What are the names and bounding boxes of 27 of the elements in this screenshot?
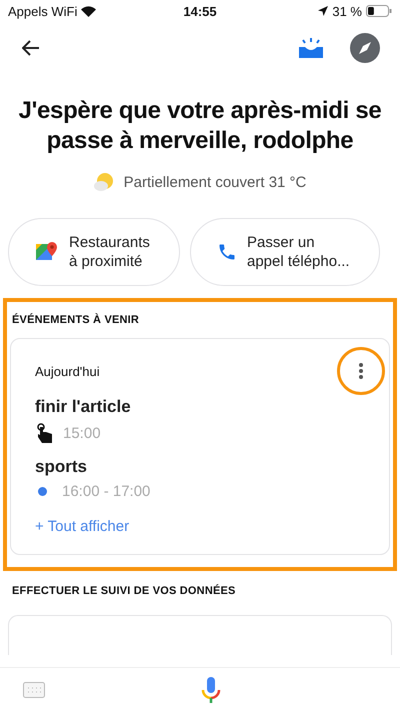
- day-label: Aujourd'hui: [35, 364, 100, 378]
- event-title: sports: [35, 457, 88, 477]
- back-arrow-icon[interactable]: [22, 40, 40, 56]
- pointing-hand-icon: [35, 423, 53, 443]
- location-arrow-icon: [318, 6, 328, 16]
- weather-text: Partiellement couvert 31 °C: [124, 174, 306, 190]
- battery-percentage: 31 %: [332, 4, 362, 18]
- section-title: ÉVÉNEMENTS À VENIR: [11, 314, 140, 326]
- suggestion-chip[interactable]: Restaurants à proximité: [8, 218, 180, 286]
- show-all-link[interactable]: + Tout afficher: [35, 518, 130, 535]
- event-title: finir l'article: [35, 397, 132, 417]
- partly-cloudy-icon: [94, 172, 114, 192]
- event-time: 15:00: [63, 424, 101, 442]
- suggestion-chip[interactable]: Passer un appel télépho...: [190, 218, 380, 286]
- compass-icon[interactable]: [350, 33, 380, 63]
- wifi-icon: [81, 6, 96, 16]
- carrier: Appels WiFi: [8, 4, 78, 18]
- more-menu-button[interactable]: [337, 347, 385, 395]
- inbox-icon[interactable]: [298, 37, 324, 59]
- battery-icon: [366, 5, 392, 17]
- clock: 14:55: [183, 4, 217, 18]
- more-vertical-icon: [359, 363, 363, 379]
- greeting-heading: J'espère que votre après-midi se passe à merveille, rodolphe: [18, 96, 382, 156]
- section-title: EFFECTUER LE SUIVI DE VOS DONNÉES: [11, 585, 237, 597]
- phone-icon: [217, 242, 237, 262]
- microphone-icon[interactable]: [200, 676, 222, 704]
- event-time: 16:00 - 17:00: [62, 483, 150, 500]
